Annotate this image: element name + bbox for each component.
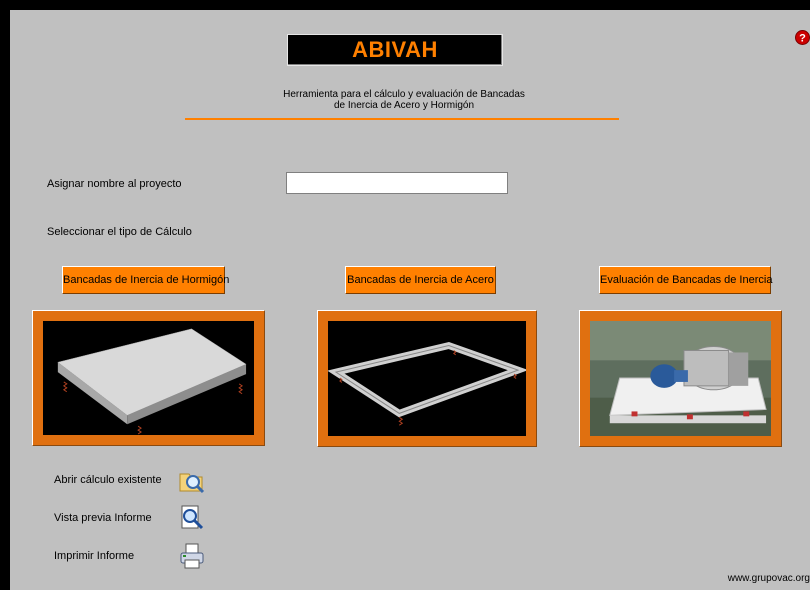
print-preview-icon[interactable] xyxy=(178,504,206,532)
app-title: ABIVAH xyxy=(287,34,503,66)
print-report-row[interactable]: Imprimir Informe xyxy=(54,542,254,572)
steel-base-image xyxy=(328,321,526,436)
svg-text:?: ? xyxy=(799,33,806,45)
main-window: ABIVAH ? Herramienta para el cálculo y e… xyxy=(10,10,810,590)
app-subtitle: Herramienta para el cálculo y evaluación… xyxy=(184,89,624,111)
help-icon[interactable]: ? xyxy=(795,30,810,45)
printer-icon[interactable] xyxy=(178,542,206,570)
open-calculation-label: Abrir cálculo existente xyxy=(54,474,162,486)
concrete-base-image xyxy=(43,321,254,435)
subtitle-line-1: Herramienta para el cálculo y evaluación… xyxy=(283,89,525,100)
concrete-base-button[interactable]: Bancadas de Inercia de Hormigón xyxy=(62,266,229,294)
project-name-input[interactable] xyxy=(286,172,508,194)
steel-base-button[interactable]: Bancadas de Inercia de Acero xyxy=(345,266,496,294)
calc-type-label: Seleccionar el tipo de Cálculo xyxy=(47,226,192,238)
subtitle-divider xyxy=(185,118,619,120)
folder-search-icon[interactable] xyxy=(178,466,206,494)
footer-url[interactable]: www.grupovac.org xyxy=(728,573,810,584)
open-calculation-row[interactable]: Abrir cálculo existente xyxy=(54,466,254,496)
preview-report-label: Vista previa Informe xyxy=(54,512,152,524)
steel-base-image-panel[interactable] xyxy=(317,310,537,447)
evaluation-button[interactable]: Evaluación de Bancadas de Inercia xyxy=(599,266,772,294)
evaluation-image-panel[interactable] xyxy=(579,310,782,447)
preview-report-row[interactable]: Vista previa Informe xyxy=(54,504,254,534)
evaluation-photo xyxy=(590,321,771,436)
project-name-label: Asignar nombre al proyecto xyxy=(47,178,182,190)
subtitle-line-2: de Inercia de Acero y Hormigón xyxy=(333,100,475,111)
concrete-base-image-panel[interactable] xyxy=(32,310,265,446)
print-report-label: Imprimir Informe xyxy=(54,550,135,562)
